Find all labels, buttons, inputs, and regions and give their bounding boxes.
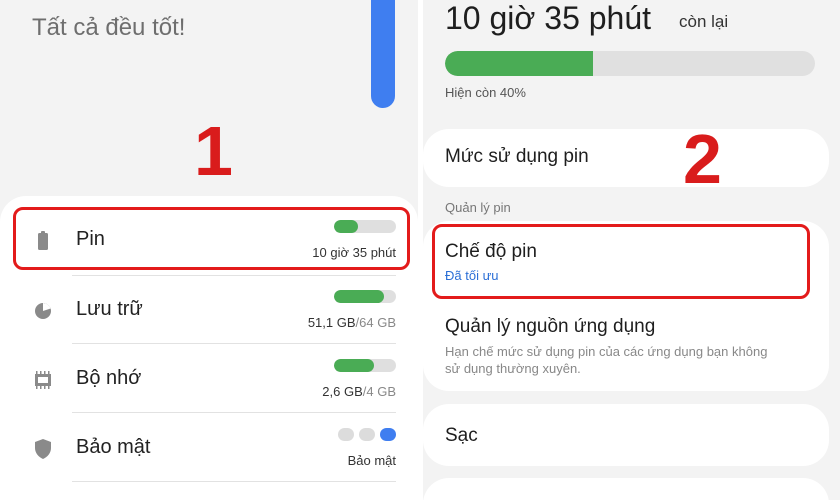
device-item-security[interactable]: Bảo mật Bảo mật <box>0 414 418 484</box>
device-item-storage[interactable]: Lưu trữ 51,1 GB/64 GB <box>0 276 418 346</box>
battery-level-fill <box>445 51 593 76</box>
app-power-management-desc: Hạn chế mức sử dụng pin của các ứng dụng… <box>445 344 768 376</box>
scroll-indicator[interactable] <box>371 0 395 108</box>
storage-progress-bar <box>334 290 396 303</box>
status-dot <box>338 428 354 441</box>
battery-percent-text: Hiện còn 40% <box>445 85 526 100</box>
divider <box>72 343 396 344</box>
memory-icon <box>35 371 51 389</box>
device-item-label: Lưu trữ <box>76 298 143 320</box>
device-item-label: Bộ nhớ <box>76 367 142 389</box>
section-header-battery-management: Quản lý pin <box>445 200 511 215</box>
app-power-management-row[interactable]: Quản lý nguồn ứng dụng Hạn chế mức sử dụ… <box>423 305 829 389</box>
battery-time-remaining: 10 giờ 35 phút <box>445 0 652 36</box>
security-value: Bảo mật <box>347 453 396 468</box>
highlight-box-power-mode <box>432 224 810 299</box>
app-power-management-label: Quản lý nguồn ứng dụng <box>445 316 656 337</box>
memory-progress-fill <box>334 359 375 372</box>
storage-icon <box>35 303 51 319</box>
battery-usage-label: Mức sử dụng pin <box>445 146 589 167</box>
step-number-1: 1 <box>194 112 233 190</box>
divider <box>72 412 396 413</box>
status-title: Tất cả đều tốt! <box>32 14 186 41</box>
shield-icon <box>35 439 51 459</box>
device-item-memory[interactable]: Bộ nhớ 2,6 GB/4 GB <box>0 345 418 415</box>
status-dot <box>359 428 375 441</box>
charging-row[interactable]: Sạc <box>423 404 829 466</box>
status-dot-active <box>380 428 396 441</box>
storage-progress-fill <box>334 290 384 303</box>
divider <box>72 481 396 482</box>
memory-value: 2,6 GB/4 GB <box>322 384 396 399</box>
next-card <box>423 478 829 500</box>
highlight-box-battery <box>13 207 410 270</box>
step-number-2: 2 <box>683 120 722 198</box>
security-status-dots <box>338 428 396 441</box>
battery-usage-row[interactable]: Mức sử dụng pin <box>423 129 829 187</box>
device-item-label: Bảo mật <box>76 436 151 458</box>
memory-progress-bar <box>334 359 396 372</box>
battery-level-bar <box>445 51 815 76</box>
charging-label: Sạc <box>445 425 478 446</box>
battery-time-suffix: còn lại <box>679 12 729 31</box>
storage-value: 51,1 GB/64 GB <box>307 315 396 330</box>
